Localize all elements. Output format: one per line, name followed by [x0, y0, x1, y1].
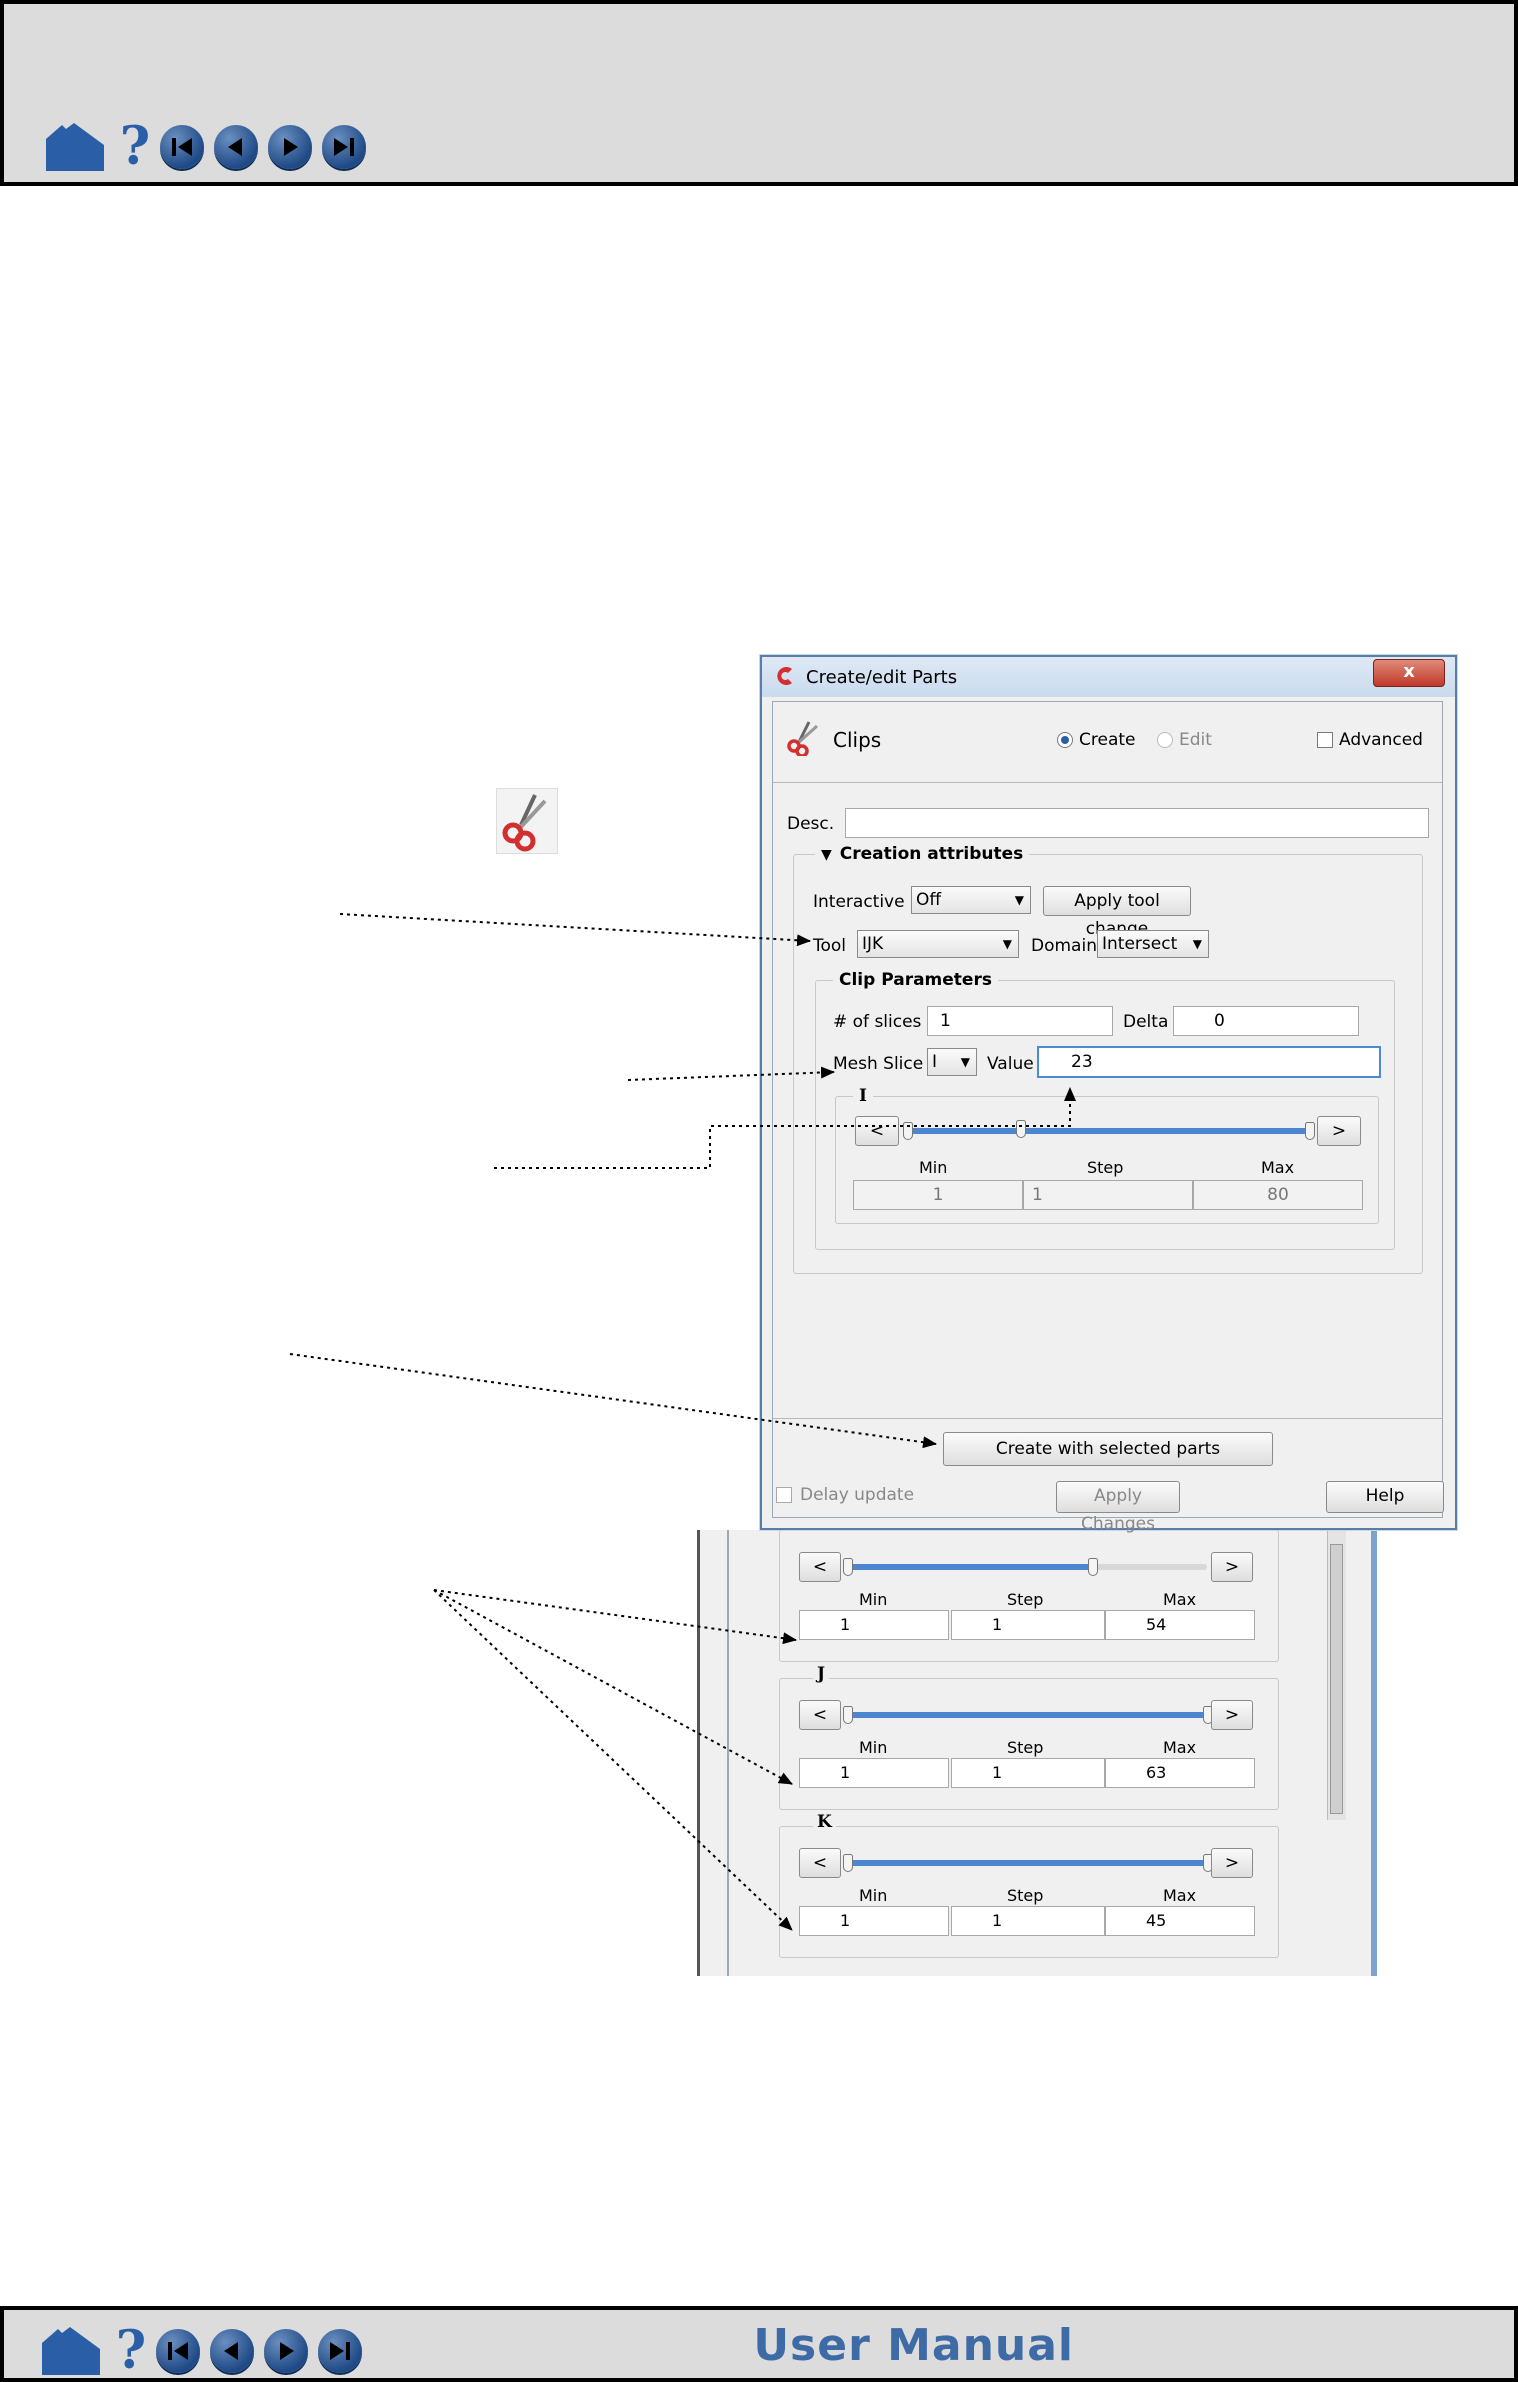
next-page-icon[interactable]	[264, 2328, 308, 2373]
help-icon[interactable]: ?	[106, 2320, 156, 2381]
arrow-to-tool-select	[339, 913, 811, 947]
home-icon[interactable]	[36, 2325, 106, 2377]
annotation-arrows	[289, 913, 1076, 1931]
first-page-icon[interactable]	[156, 2328, 200, 2373]
user-manual-title: User Manual	[753, 2320, 1074, 2371]
arrow-to-i-range	[433, 1589, 797, 1645]
arrow-to-j-range	[433, 1589, 793, 1785]
last-page-icon[interactable]	[318, 2328, 362, 2373]
arrow-to-create-button	[289, 1353, 937, 1449]
arrow-to-value-field	[494, 1087, 1076, 1169]
bottom-navigation-bar: ? User Manual	[0, 2306, 1518, 2382]
arrow-to-k-range	[433, 1589, 793, 1931]
arrow-to-mesh-slice	[627, 1066, 835, 1081]
bottom-nav-icons: ?	[36, 2320, 372, 2381]
previous-page-icon[interactable]	[210, 2328, 254, 2373]
